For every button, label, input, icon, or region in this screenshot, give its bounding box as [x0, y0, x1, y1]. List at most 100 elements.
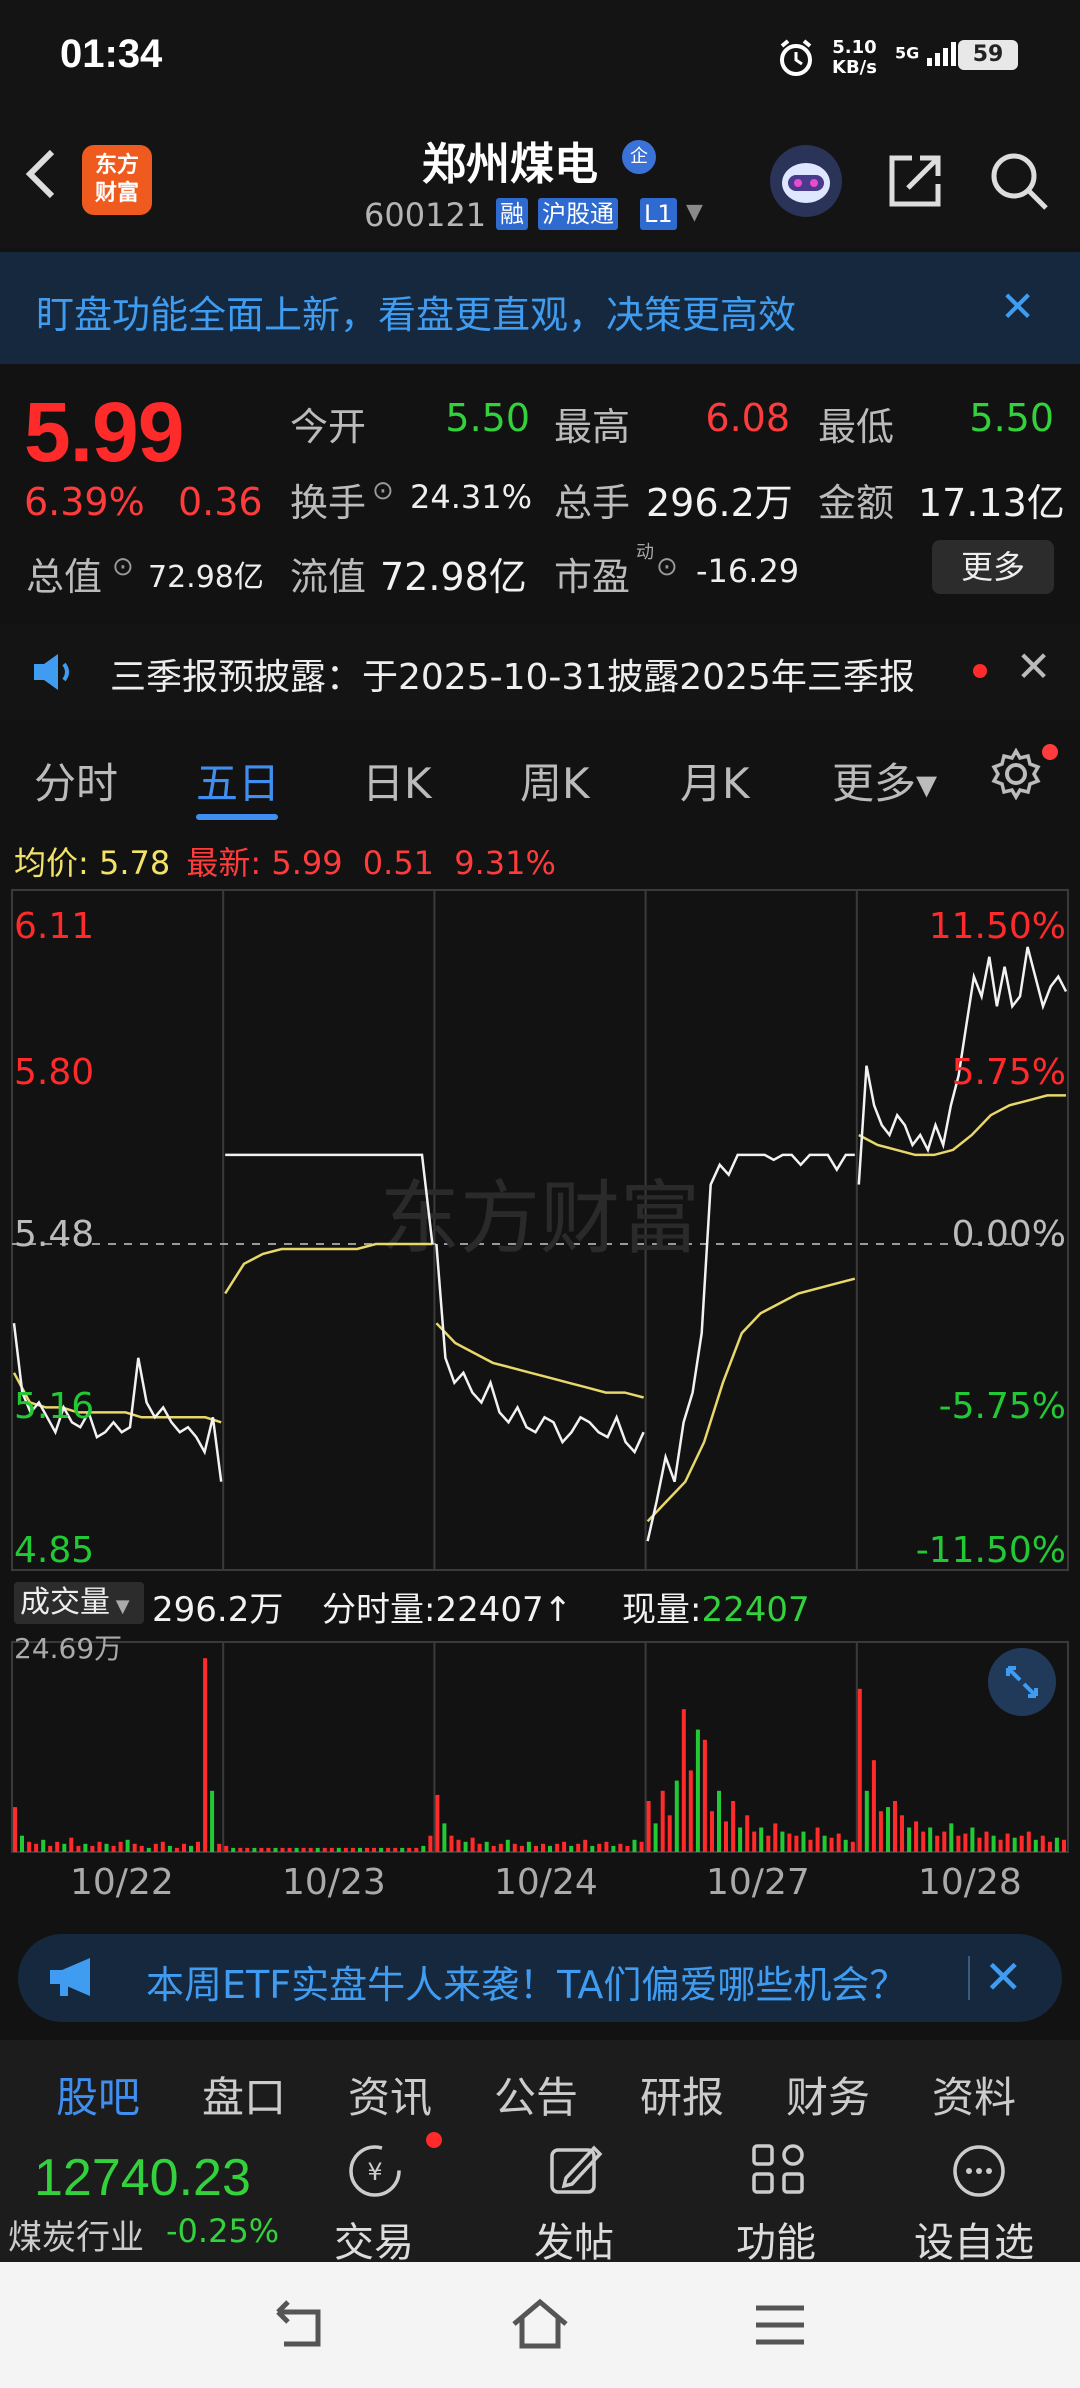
tab-announcements[interactable]: 公告 [494, 2064, 578, 2125]
change-percent: 6.39% [24, 480, 145, 524]
volume-bar [1040, 1835, 1045, 1852]
stock-code[interactable]: 600121 [364, 196, 486, 234]
volume-bar [97, 1841, 102, 1852]
app-logo[interactable]: 东方 财富 [82, 145, 152, 215]
function-grid-icon[interactable] [748, 2140, 808, 2200]
volume-bar [674, 1780, 679, 1852]
back-button[interactable] [22, 142, 72, 212]
add-watchlist-icon[interactable] [948, 2140, 1010, 2202]
volume-bar [498, 1843, 503, 1852]
volume-bar [695, 1729, 700, 1852]
volume-bar [231, 1847, 236, 1852]
gear-icon [991, 747, 1041, 801]
y-axis-right-label: -5.75% [939, 1386, 1066, 1427]
tab-profile[interactable]: 资料 [932, 2064, 1016, 2125]
volume-bar [618, 1843, 623, 1852]
search-button[interactable] [988, 150, 1050, 212]
tab-weekly-k[interactable]: 周K [520, 750, 590, 811]
function-button[interactable]: 功能 [736, 2210, 816, 2268]
tab-monthly-k[interactable]: 月K [680, 750, 750, 811]
trade-button[interactable]: 交易 [334, 2210, 414, 2268]
battery-indicator: 59 [958, 40, 1018, 70]
expand-chart-button[interactable] [988, 1648, 1056, 1716]
back-nav-icon[interactable] [270, 2298, 330, 2352]
industry-index-value[interactable]: 12740.23 [34, 2148, 251, 2208]
menu-nav-icon[interactable] [752, 2300, 808, 2350]
volume-bar [301, 1847, 306, 1852]
volume-bar [20, 1835, 24, 1852]
volume-bar [808, 1839, 813, 1852]
pe-value: -16.29 [696, 552, 800, 590]
volume-bar [886, 1807, 890, 1852]
volume-bar [350, 1847, 355, 1852]
tab-news[interactable]: 资讯 [348, 2064, 432, 2125]
volume-bar [491, 1845, 496, 1852]
volume-bar [900, 1815, 904, 1852]
volume-value: 296.2万 [646, 481, 793, 525]
avg-price-label: 均价: [14, 844, 89, 882]
volume-bar [611, 1845, 616, 1852]
banner-close-icon[interactable]: ✕ [1000, 282, 1035, 331]
volume-bar [315, 1847, 320, 1852]
volume-bar [512, 1843, 517, 1852]
volume-bar [590, 1845, 595, 1852]
promo-close-icon[interactable]: ✕ [984, 1950, 1023, 2004]
tab-forum[interactable]: 股吧 [56, 2064, 140, 2125]
volume-max-label: 24.69万 [14, 1632, 122, 1665]
assistant-robot-button[interactable] [770, 145, 842, 217]
trade-icon[interactable]: ¥ [344, 2140, 406, 2202]
tab-intraday[interactable]: 分时 [34, 750, 118, 811]
volume-bar [146, 1847, 151, 1852]
info-icon[interactable]: ⊙ [372, 476, 394, 506]
volume-bar [780, 1831, 785, 1852]
settings-badge-dot [1042, 744, 1058, 760]
volume-bar [850, 1841, 855, 1852]
volume-bar [1062, 1839, 1066, 1852]
tab-daily-k[interactable]: 日K [362, 750, 432, 811]
tab-more[interactable]: 更多▾ [832, 750, 937, 811]
volume-bar [1033, 1839, 1038, 1852]
volume-bar [766, 1835, 771, 1852]
chevron-down-icon[interactable]: ▼ [686, 200, 703, 225]
volume-bar [970, 1827, 975, 1852]
volume-bar [62, 1843, 67, 1852]
active-tab-indicator [196, 814, 278, 820]
volume-bar [252, 1847, 257, 1852]
volume-bar [407, 1847, 412, 1852]
volume-label: 总手 [554, 481, 631, 525]
volume-bar [717, 1790, 721, 1852]
industry-name[interactable]: 煤炭行业 [8, 2210, 144, 2259]
post-icon[interactable] [546, 2140, 606, 2200]
tab-five-day[interactable]: 五日 [196, 750, 280, 811]
y-axis-left-label: 6.11 [14, 906, 94, 947]
volume-chart[interactable]: 24.69万 [0, 1630, 1080, 1860]
chart-settings-button[interactable] [990, 747, 1042, 801]
volume-indicator-dropdown[interactable]: 成交量 ▼ [14, 1582, 144, 1624]
five-day-price-chart[interactable]: 东方财富 6.11 5.80 5.48 5.16 4.85 11.50% 5.75% 0.00… [0, 886, 1080, 1572]
tab-research[interactable]: 研报 [640, 2064, 724, 2125]
market-cap-label: 总值 [26, 555, 103, 599]
info-icon[interactable]: ⊙ [112, 552, 134, 582]
announcement-text[interactable]: 三季报预披露：于2025-10-31披露2025年三季报 [110, 648, 915, 700]
tab-financials[interactable]: 财务 [786, 2064, 870, 2125]
home-nav-icon[interactable] [508, 2296, 572, 2352]
volume-bar [794, 1835, 799, 1852]
promo-text[interactable]: 本周ETF实盘牛人来袭！TA们偏爱哪些机会？ [146, 1954, 907, 2009]
banner-text[interactable]: 盯盘功能全面上新，看盘更直观，决策更高效 [36, 284, 796, 339]
stock-name[interactable]: 郑州煤电 [380, 128, 640, 192]
info-icon[interactable]: ⊙ [656, 552, 678, 582]
tab-order-book[interactable]: 盘口 [202, 2064, 286, 2125]
low-label: 最低 [818, 405, 895, 449]
y-axis-right-label: 0.00% [952, 1214, 1066, 1255]
post-button[interactable]: 发帖 [534, 2210, 614, 2268]
add-watchlist-button[interactable]: 设自选 [914, 2210, 1034, 2268]
volume-bar [942, 1831, 947, 1852]
volume-bar [949, 1823, 954, 1852]
announcement-close-icon[interactable]: ✕ [1016, 642, 1051, 691]
volume-bar [632, 1839, 637, 1852]
volume-bar [217, 1843, 222, 1852]
y-axis-left-label: 5.16 [14, 1386, 94, 1427]
alarm-icon [780, 39, 812, 76]
more-quote-button[interactable]: 更多 [932, 540, 1054, 594]
share-button[interactable] [886, 152, 944, 210]
